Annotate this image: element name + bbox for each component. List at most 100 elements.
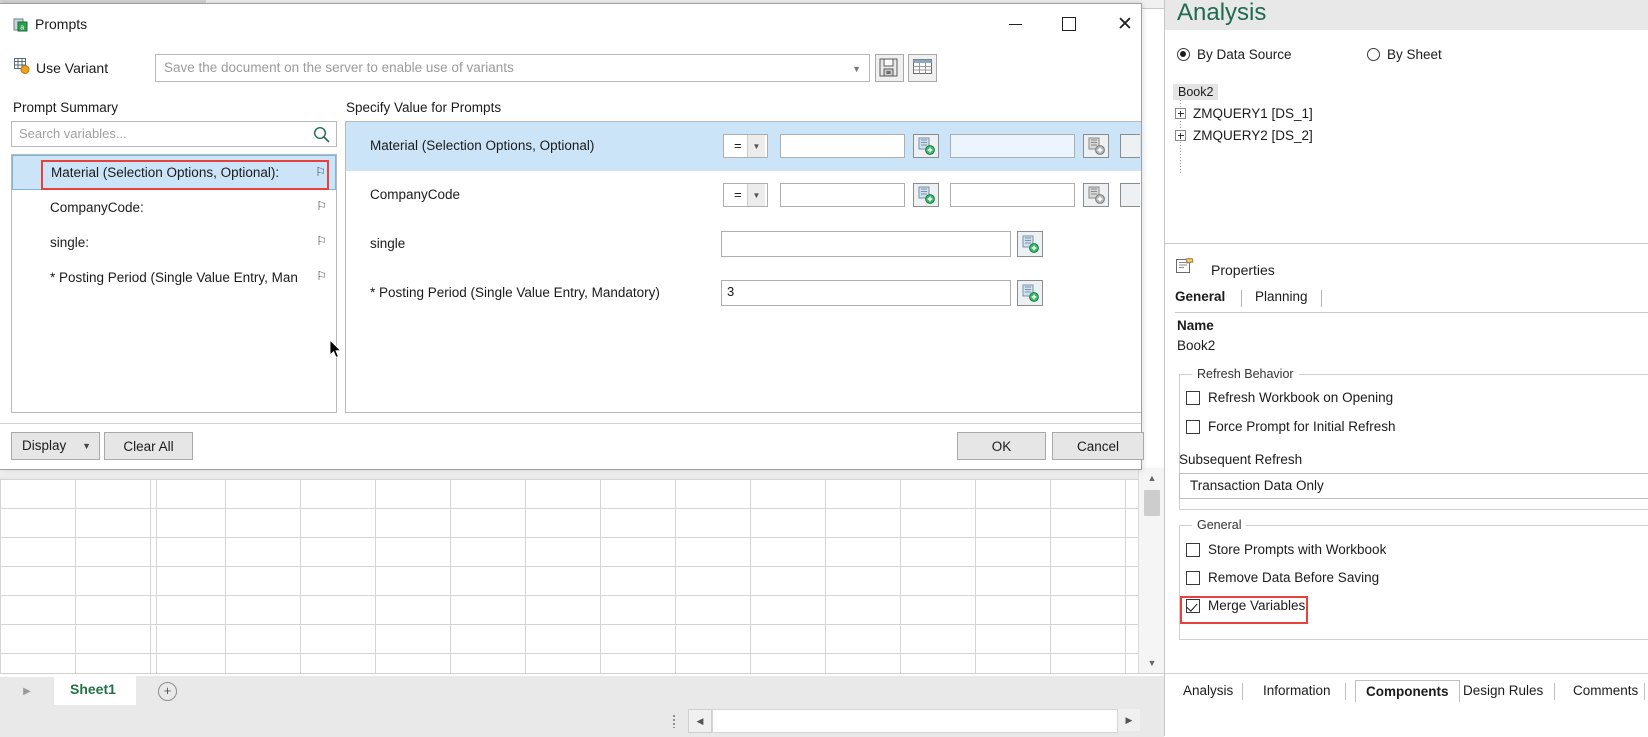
chevron-down-icon[interactable]: ▼: [82, 441, 91, 451]
radio-label: By Sheet: [1387, 47, 1442, 62]
tab-analysis[interactable]: Analysis: [1173, 680, 1243, 701]
expand-icon[interactable]: [1175, 130, 1186, 141]
value-from-input-material[interactable]: [780, 134, 905, 158]
properties-icon: [1176, 257, 1194, 274]
sheet-tab-bar: ▶ Sheet1 + ◀ ▶: [0, 673, 1164, 737]
scrollbar-thumb[interactable]: [1144, 490, 1160, 516]
value-input-single[interactable]: [721, 231, 1011, 257]
radio-by-sheet[interactable]: By Sheet: [1367, 47, 1442, 62]
chevron-down-icon[interactable]: ▼: [747, 135, 765, 157]
prompt-row-material[interactable]: Material (Selection Options, Optional) =…: [346, 122, 1141, 171]
horizontal-scroll-row[interactable]: ◀ ▶: [0, 705, 1164, 737]
group-title: General: [1192, 518, 1247, 532]
hscroll-left-icon[interactable]: ◀: [688, 709, 712, 733]
value-help-picker-from-material[interactable]: [913, 134, 939, 158]
tab-general[interactable]: General: [1175, 289, 1225, 307]
hscroll-track[interactable]: [712, 709, 1118, 733]
display-label: Display: [22, 438, 67, 453]
add-sheet-button[interactable]: +: [136, 676, 1164, 705]
tab-components[interactable]: Components: [1355, 680, 1460, 702]
checkbox-store-prompts-with-workbook[interactable]: Store Prompts with Workbook: [1186, 542, 1386, 557]
expand-icon[interactable]: [1175, 108, 1186, 119]
value-help-picker-posting-period[interactable]: [1017, 280, 1043, 306]
search-variables-input[interactable]: Search variables...: [11, 121, 337, 147]
cancel-button[interactable]: Cancel: [1052, 432, 1144, 460]
chevron-down-icon[interactable]: ▼: [852, 64, 861, 74]
sheet-tab-sheet1[interactable]: Sheet1: [56, 676, 130, 703]
grid-vertical-scrollbar[interactable]: ▲ ▼: [1138, 468, 1165, 673]
add-row-picker-material[interactable]: [1120, 134, 1140, 158]
data-source-tree[interactable]: Book2 ZMQUERY1 [DS_1] ZMQUERY2 [DS_2]: [1165, 78, 1648, 243]
checkbox-label: Refresh Workbook on Opening: [1208, 390, 1394, 405]
operator-select-companycode[interactable]: = ▼: [723, 183, 768, 207]
properties-heading: Properties: [1211, 262, 1275, 278]
prompts-icon: a: [13, 17, 28, 32]
operator-select-material[interactable]: = ▼: [723, 134, 768, 158]
value-help-picker-to-material[interactable]: [1083, 134, 1109, 158]
pin-icon[interactable]: ⚐: [315, 165, 326, 179]
value-help-picker-single[interactable]: [1017, 231, 1043, 257]
operator-value: =: [734, 187, 742, 202]
prompt-row-single[interactable]: single: [346, 220, 1141, 269]
subsequent-refresh-select[interactable]: Transaction Data Only: [1179, 473, 1648, 499]
use-variant-label: Use Variant: [36, 60, 109, 76]
tab-planning[interactable]: Planning: [1255, 289, 1308, 307]
value-input-posting-period[interactable]: 3: [721, 280, 1011, 306]
checkbox-merge-variables[interactable]: Merge Variables: [1186, 598, 1305, 613]
checkbox-remove-data-before-saving[interactable]: Remove Data Before Saving: [1186, 570, 1379, 585]
subsequent-refresh-label: Subsequent Refresh: [1179, 452, 1303, 467]
value-to-input-companycode[interactable]: [950, 183, 1075, 207]
tab-comments[interactable]: Comments: [1563, 680, 1648, 701]
value-to-input-material[interactable]: [950, 134, 1075, 158]
value-help-picker-from-companycode[interactable]: [913, 183, 939, 207]
display-dropdown-button[interactable]: Display ▼: [11, 432, 100, 460]
prompts-dialog: a Prompts ✕ Use Variant Save the documen…: [0, 3, 1144, 470]
view-mode-row: By Data Source By Sheet: [1165, 30, 1648, 79]
ok-button[interactable]: OK: [957, 432, 1046, 460]
value-help-picker-to-companycode[interactable]: [1083, 183, 1109, 207]
chevron-down-icon[interactable]: ▼: [747, 184, 765, 206]
group-title: Refresh Behavior: [1192, 367, 1299, 381]
close-button[interactable]: ✕: [1102, 4, 1148, 44]
checkbox-force-prompt-initial-refresh[interactable]: Force Prompt for Initial Refresh: [1186, 419, 1396, 434]
pin-icon[interactable]: ⚐: [316, 269, 327, 283]
scroll-down-icon[interactable]: ▼: [1139, 653, 1165, 673]
scroll-up-icon[interactable]: ▲: [1139, 468, 1165, 488]
maximize-button[interactable]: [1046, 4, 1092, 44]
minimize-button[interactable]: [992, 4, 1038, 44]
clear-all-button[interactable]: Clear All: [104, 432, 193, 460]
prompt-row-label: single: [370, 236, 406, 251]
radio-icon: [1367, 48, 1380, 61]
name-label: Name: [1177, 318, 1214, 333]
pin-icon[interactable]: ⚐: [316, 199, 327, 213]
checkbox-refresh-workbook-on-opening[interactable]: Refresh Workbook on Opening: [1186, 390, 1393, 405]
summary-item-label: Material (Selection Options, Optional):: [51, 165, 280, 180]
summary-item-label: CompanyCode:: [50, 200, 144, 215]
list-item[interactable]: Material (Selection Options, Optional): …: [12, 155, 336, 190]
name-value: Book2: [1177, 338, 1216, 353]
status-bar-grip: [672, 714, 676, 728]
list-item[interactable]: single: ⚐: [12, 225, 336, 260]
prompt-summary-list[interactable]: Material (Selection Options, Optional): …: [11, 154, 337, 413]
prompt-row-posting-period[interactable]: * Posting Period (Single Value Entry, Ma…: [346, 269, 1141, 318]
tree-root-book2[interactable]: Book2: [1173, 84, 1219, 100]
value-from-input-companycode[interactable]: [780, 183, 905, 207]
pin-icon[interactable]: ⚐: [316, 234, 327, 248]
panel-divider: [1165, 243, 1648, 244]
summary-item-label: * Posting Period (Single Value Entry, Ma…: [50, 270, 298, 285]
prompt-row-companycode[interactable]: CompanyCode = ▼: [346, 171, 1141, 220]
variant-list-button[interactable]: [908, 54, 937, 82]
list-item[interactable]: * Posting Period (Single Value Entry, Ma…: [12, 260, 336, 295]
radio-by-data-source[interactable]: By Data Source: [1177, 47, 1292, 62]
save-variant-button[interactable]: [875, 54, 904, 82]
add-row-picker-companycode[interactable]: [1120, 183, 1140, 207]
tree-node-zmquery1[interactable]: ZMQUERY1 [DS_1]: [1175, 106, 1313, 121]
tab-design-rules[interactable]: Design Rules: [1453, 680, 1553, 701]
search-icon[interactable]: [313, 126, 330, 146]
tab-information[interactable]: Information: [1253, 680, 1341, 701]
tree-node-zmquery2[interactable]: ZMQUERY2 [DS_2]: [1175, 128, 1313, 143]
variant-input[interactable]: Save the document on the server to enabl…: [155, 54, 870, 82]
hscroll-right-icon[interactable]: ▶: [1118, 709, 1140, 731]
sheet-nav-right-icon[interactable]: ▶: [0, 677, 54, 705]
list-item[interactable]: CompanyCode: ⚐: [12, 190, 336, 225]
